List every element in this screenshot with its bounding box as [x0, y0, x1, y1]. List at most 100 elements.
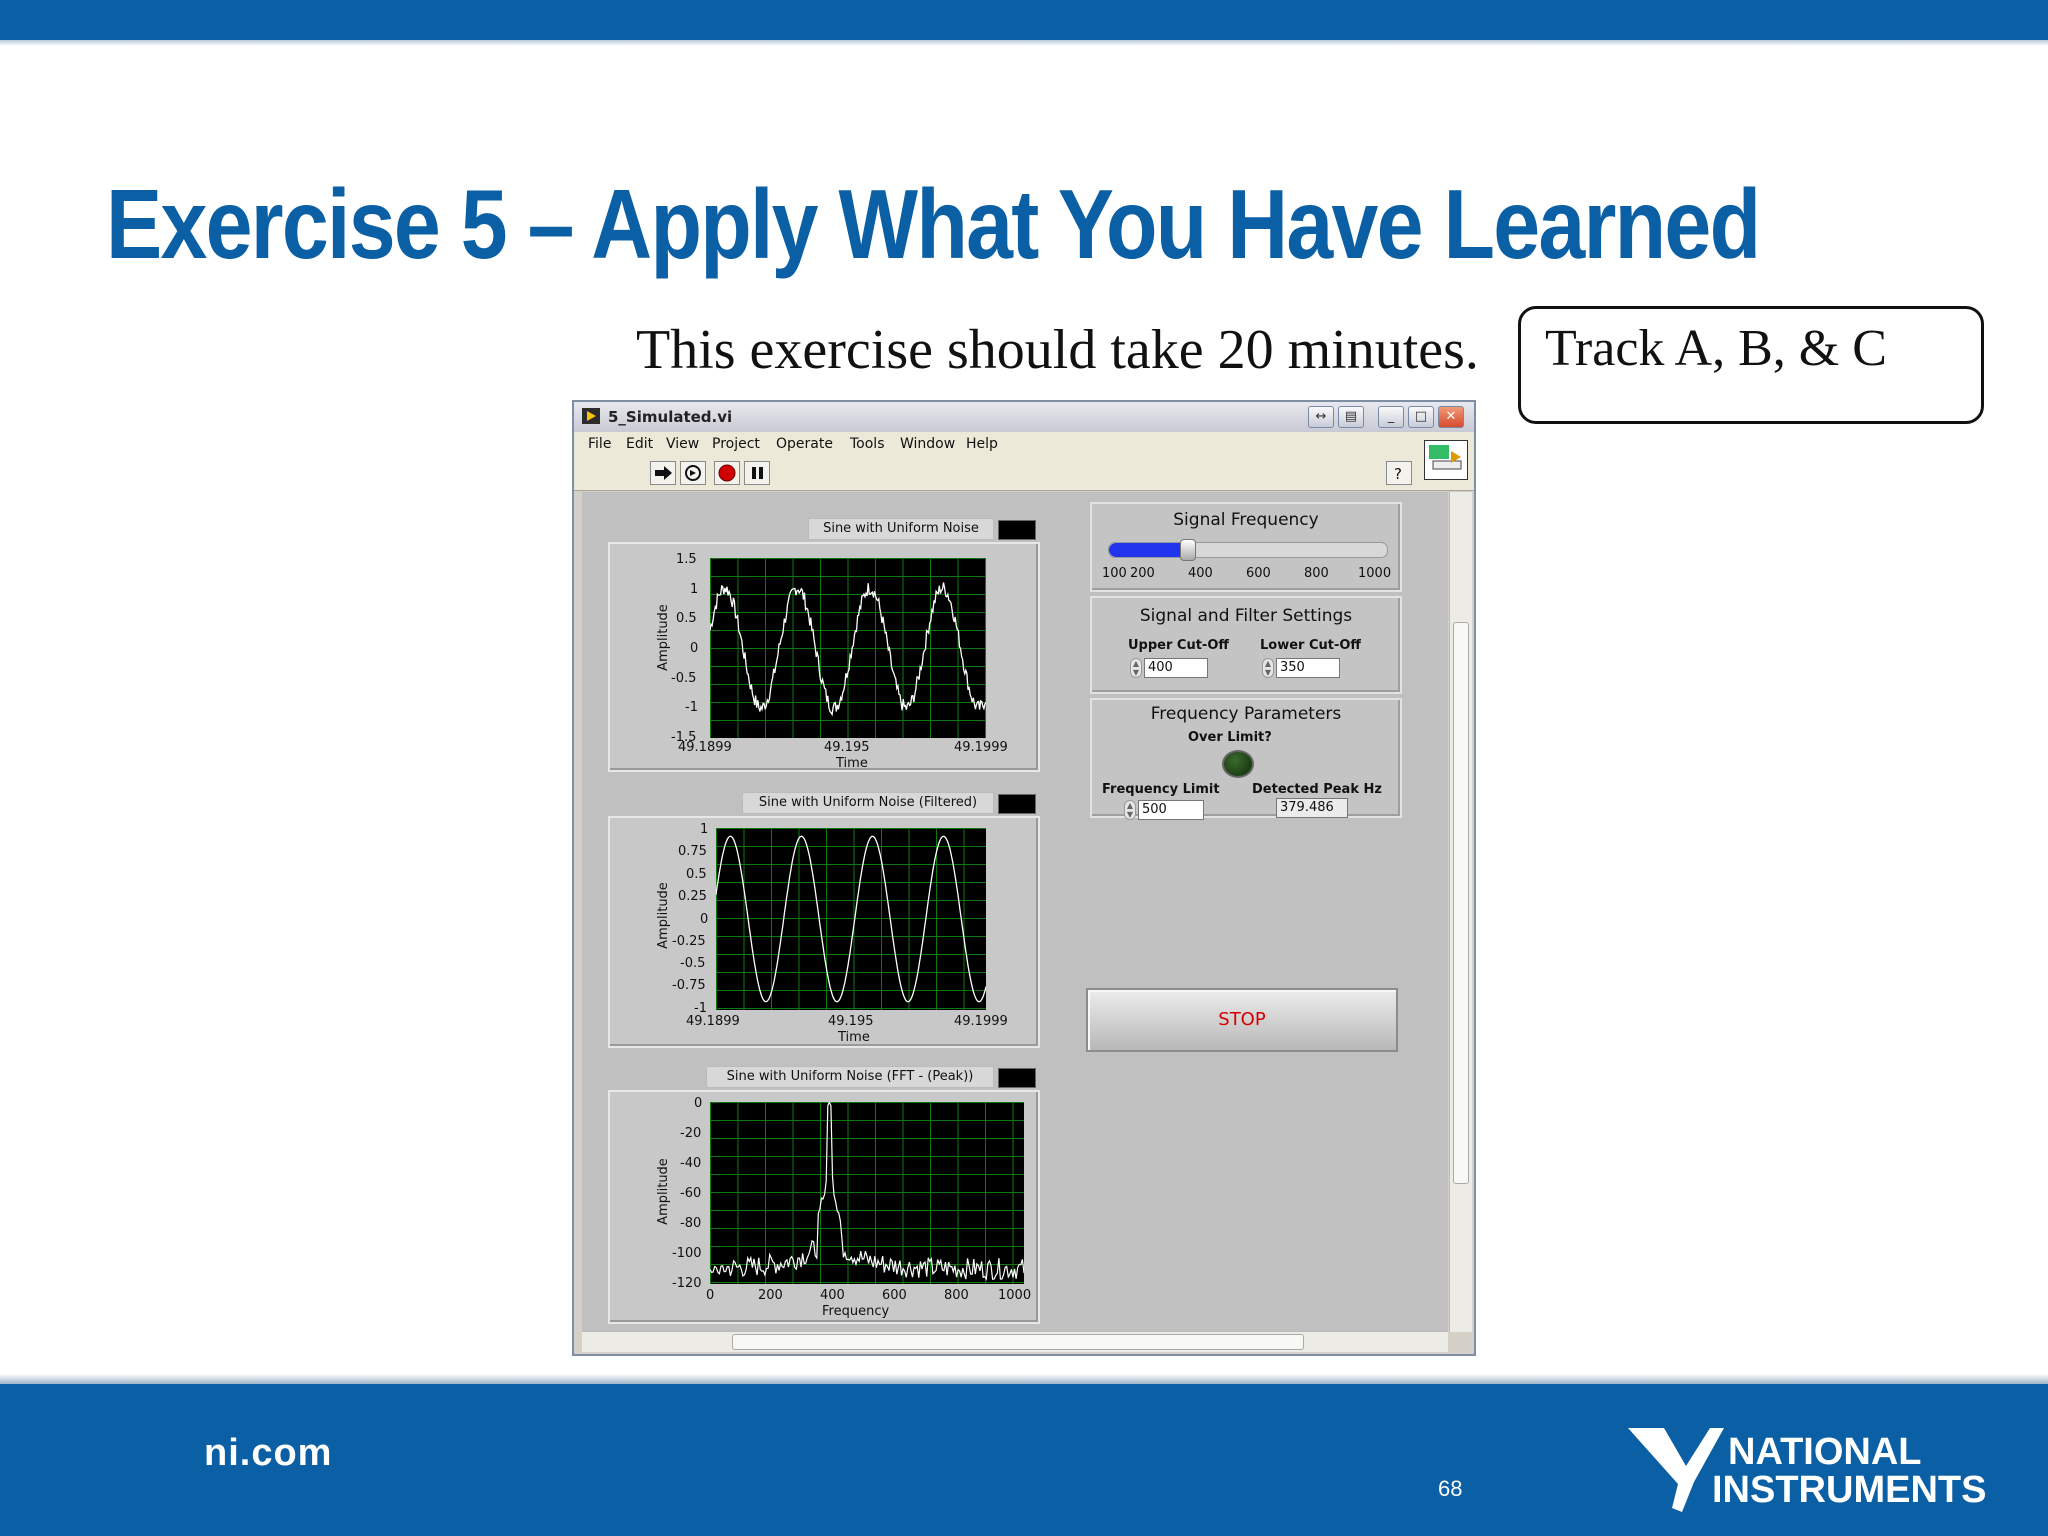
pause-glyph	[752, 467, 763, 479]
signal-frequency-cluster: Signal Frequency 100 200 400 600 800 100…	[1090, 502, 1402, 592]
graph3-legend-icon[interactable]	[998, 1068, 1036, 1088]
graph2-xtick: 49.1999	[954, 1014, 1008, 1029]
pause-icon[interactable]	[744, 461, 770, 485]
stop-button[interactable]: STOP	[1086, 988, 1398, 1052]
graph1-ytick: 1	[690, 582, 699, 597]
window-title: 5_Simulated.vi	[608, 408, 733, 426]
lower-cutoff-spinner[interactable]: ▲ ▼	[1262, 658, 1274, 678]
slider-tick: 200	[1130, 566, 1155, 581]
frequency-slider-fill	[1109, 543, 1188, 557]
minimize-button[interactable]: _	[1378, 406, 1404, 428]
graph3-xtick: 400	[820, 1288, 845, 1303]
graph1-ytick: -1	[685, 700, 698, 715]
graph3-ytick: 0	[694, 1096, 703, 1111]
vertical-scroll-thumb[interactable]	[1453, 622, 1469, 1184]
run-continuously-icon[interactable]	[680, 461, 706, 485]
frequency-limit-label: Frequency Limit	[1102, 782, 1220, 797]
lower-cutoff-input[interactable]: 350	[1276, 658, 1340, 678]
restore-panel-icon[interactable]: ↔	[1308, 406, 1334, 428]
graph1-legend-icon[interactable]	[998, 520, 1036, 540]
footer-shadow	[0, 1374, 2048, 1384]
graph1-frame: Amplitude 1.5 1 0.5 0 -0.5 -1 -1.5 49.18…	[608, 542, 1040, 772]
menu-operate[interactable]: Operate	[776, 436, 833, 452]
window-titlebar[interactable]: 5_Simulated.vi ↔ ▤ _ □ ✕	[574, 402, 1474, 433]
graph3-label: Sine with Uniform Noise (FFT - (Peak))	[706, 1066, 994, 1088]
page-number: 68	[1438, 1476, 1463, 1501]
vertical-scrollbar[interactable]	[1449, 492, 1472, 1332]
graph2-ytick: 0.25	[678, 889, 707, 904]
svg-text:?: ?	[1394, 465, 1402, 483]
horizontal-scrollbar[interactable]	[582, 1331, 1448, 1352]
menu-help[interactable]: Help	[966, 436, 998, 452]
g2svg-line	[715, 835, 987, 1003]
graph2-ytick: -0.25	[672, 934, 706, 949]
detected-peak-value: 379.486	[1276, 798, 1348, 818]
graph1-label: Sine with Uniform Noise	[808, 518, 994, 540]
graph3-ytick: -120	[672, 1276, 702, 1291]
frequency-slider-track[interactable]	[1108, 539, 1388, 561]
run-continuously-glyph	[685, 465, 701, 481]
slider-tick: 1000	[1358, 566, 1392, 581]
graph3-trace	[709, 1100, 1025, 1282]
upper-cutoff-label: Upper Cut-Off	[1128, 638, 1229, 653]
graph3-xtick: 200	[758, 1288, 783, 1303]
slider-tick: 600	[1246, 566, 1271, 581]
graph1-ytick: 1.5	[676, 552, 697, 567]
slide-title: Exercise 5 – Apply What You Have Learned	[106, 169, 1761, 279]
context-help-icon[interactable]: ?	[1386, 461, 1412, 485]
menu-project[interactable]: Project	[712, 436, 760, 452]
graph3-xtick: 800	[944, 1288, 969, 1303]
ni-logo-line2: INSTRUMENTS	[1712, 1469, 1986, 1511]
graph2-xtick: 49.1899	[686, 1014, 740, 1029]
abort-icon[interactable]	[714, 461, 740, 485]
graph3-plot[interactable]	[709, 1100, 1025, 1284]
graph2-plot[interactable]	[715, 828, 987, 1010]
close-button[interactable]: ✕	[1438, 406, 1464, 428]
ni-eagle-mark	[1628, 1428, 1724, 1512]
graph3-ytick: -100	[672, 1246, 702, 1261]
graph1-plot[interactable]	[709, 558, 987, 738]
graph2-label: Sine with Uniform Noise (Filtered)	[742, 792, 994, 814]
horizontal-scroll-thumb[interactable]	[732, 1334, 1304, 1350]
maximize-button[interactable]: □	[1408, 406, 1434, 428]
graph1-trace	[709, 582, 987, 717]
vi-connector-glyph	[1429, 445, 1462, 470]
footer-site[interactable]: ni.com	[204, 1432, 332, 1475]
context-help-glyph: ?	[1394, 465, 1402, 483]
run-arrow-icon[interactable]	[650, 461, 676, 485]
frequency-parameters-cluster: Frequency Parameters Over Limit? Frequen…	[1090, 698, 1402, 820]
graph2-legend-icon[interactable]	[998, 794, 1036, 814]
graph3-ytick: -40	[680, 1156, 702, 1171]
top-banner-shadow	[0, 40, 2048, 46]
graph3-xtick: 1000	[998, 1288, 1032, 1303]
graph2-frame: Amplitude 1 0.75 0.5 0.25 0 -0.25 -0.5 -…	[608, 816, 1040, 1048]
graph2-ytick: 0	[700, 912, 709, 927]
frequency-limit-spinner[interactable]: ▲ ▼	[1124, 800, 1136, 820]
filter-settings-title: Signal and Filter Settings	[1139, 606, 1353, 626]
upper-cutoff-spinner[interactable]: ▲ ▼	[1130, 658, 1142, 678]
frequency-slider-knob[interactable]	[1180, 539, 1197, 561]
upper-cutoff-input[interactable]: 400	[1144, 658, 1208, 678]
block-diagram-icon[interactable]: ▤	[1338, 406, 1364, 428]
track-badge: Track A, B, & C	[1518, 306, 1984, 424]
detected-peak-label: Detected Peak Hz	[1252, 782, 1382, 797]
labview-window: 5_Simulated.vi ↔ ▤ _ □ ✕ File Edit View …	[572, 400, 1476, 1356]
vi-connector-icon	[1424, 440, 1468, 480]
graph2-ytick: -0.5	[680, 956, 706, 971]
graph3-ylabel: Amplitude	[655, 1158, 671, 1225]
filter-settings-cluster: Signal and Filter Settings Upper Cut-Off…	[1090, 596, 1402, 694]
graph3-xtick: 0	[706, 1288, 715, 1303]
graph3-ytick: -20	[680, 1126, 702, 1141]
menu-view[interactable]: View	[666, 436, 699, 452]
menu-file[interactable]: File	[588, 436, 611, 452]
graph1-xtick: 49.1899	[678, 740, 732, 755]
over-limit-label: Over Limit?	[1188, 730, 1272, 745]
frequency-limit-input[interactable]: 500	[1138, 800, 1204, 820]
frequency-parameters-title: Frequency Parameters	[1150, 704, 1342, 724]
menu-window[interactable]: Window	[900, 436, 955, 452]
ni-logo-icon: NATIONAL INSTRUMENTS	[1628, 1428, 1986, 1512]
menu-tools[interactable]: Tools	[850, 436, 885, 452]
track-badge-text: Track A, B, & C	[1545, 320, 1887, 377]
menu-edit[interactable]: Edit	[626, 436, 653, 452]
graph3-frame: Amplitude 0 -20 -40 -60 -80 -100 -120 0 …	[608, 1090, 1040, 1324]
